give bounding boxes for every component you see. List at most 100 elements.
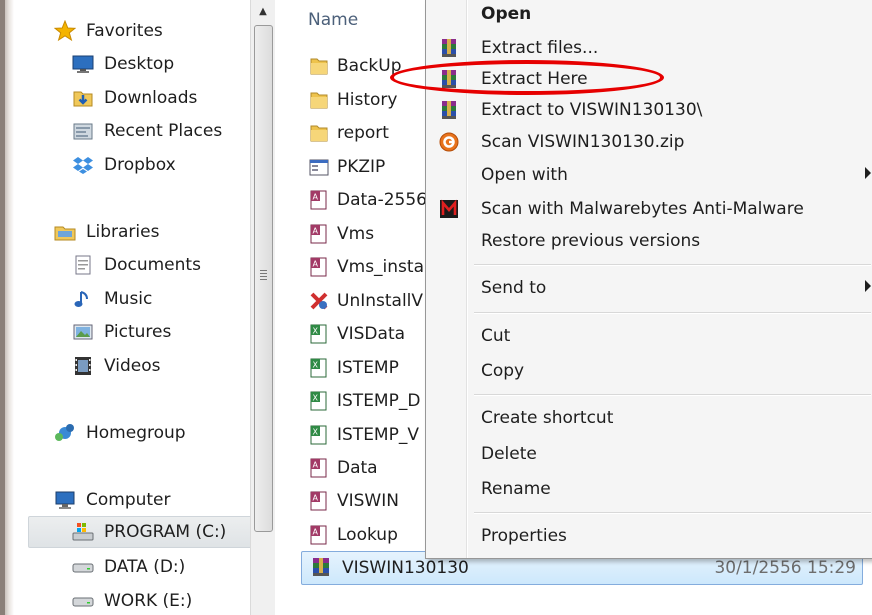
file-date-modified: 30/1/2556 15:29 bbox=[714, 558, 856, 578]
documents-icon bbox=[72, 254, 94, 276]
menu-item-restore-previous[interactable]: Restore previous versions bbox=[426, 225, 872, 257]
pictures-icon bbox=[72, 321, 94, 343]
excel-icon: X bbox=[308, 357, 330, 379]
file-row-report[interactable]: report bbox=[308, 118, 389, 148]
computer-icon bbox=[54, 489, 76, 511]
drive-icon bbox=[72, 556, 94, 578]
star-icon bbox=[54, 20, 76, 42]
nav-downloads[interactable]: Downloads bbox=[72, 84, 197, 112]
access-database-icon: A bbox=[308, 223, 330, 245]
file-row-pkzip[interactable]: PKZIP bbox=[308, 152, 385, 182]
svg-text:A: A bbox=[313, 193, 319, 202]
svg-text:A: A bbox=[313, 227, 319, 236]
videos-icon bbox=[72, 355, 94, 377]
menu-item-scan-malwarebytes[interactable]: Scan with Malwarebytes Anti-Malware bbox=[426, 193, 872, 225]
svg-text:A: A bbox=[313, 528, 319, 537]
excel-icon: X bbox=[308, 323, 330, 345]
folder-icon bbox=[308, 89, 330, 111]
winrar-archive-icon bbox=[310, 556, 332, 578]
menu-item-send-to[interactable]: Send to bbox=[426, 272, 872, 304]
scroll-up-arrow-icon[interactable]: ▲ bbox=[251, 0, 275, 22]
submenu-arrow-icon bbox=[865, 280, 871, 292]
nav-music[interactable]: Music bbox=[72, 285, 152, 313]
homegroup-icon bbox=[54, 422, 76, 444]
menu-item-extract-to[interactable]: Extract to VISWIN130130\ bbox=[426, 94, 872, 126]
menu-item-open-with[interactable]: Open with bbox=[426, 159, 872, 191]
menu-item-open[interactable]: Open bbox=[426, 0, 872, 32]
excel-icon: X bbox=[308, 424, 330, 446]
file-row-data[interactable]: A Data bbox=[308, 453, 378, 483]
menu-item-create-shortcut[interactable]: Create shortcut bbox=[426, 402, 872, 434]
nav-pictures[interactable]: Pictures bbox=[72, 318, 171, 346]
file-row-data-2556[interactable]: A Data-2556 bbox=[308, 185, 427, 215]
svg-text:A: A bbox=[313, 461, 319, 470]
folder-icon bbox=[308, 55, 330, 77]
grip-icon bbox=[260, 270, 267, 280]
file-row-istemp-d[interactable]: X ISTEMP_D bbox=[308, 386, 420, 416]
column-header-name[interactable]: Name bbox=[308, 10, 358, 30]
music-icon bbox=[72, 288, 94, 310]
nav-data-d[interactable]: DATA (D:) bbox=[72, 553, 185, 581]
navigation-scrollbar[interactable]: ▲ bbox=[250, 0, 275, 615]
nav-computer[interactable]: Computer bbox=[54, 486, 171, 514]
antivirus-icon bbox=[438, 131, 460, 153]
nav-recent-places[interactable]: Recent Places bbox=[72, 117, 222, 145]
window-frame-edge bbox=[0, 0, 14, 615]
navigation-pane: Favorites Desktop Downloads Recent Place… bbox=[14, 0, 252, 615]
desktop-icon bbox=[72, 53, 94, 75]
access-database-icon: A bbox=[308, 457, 330, 479]
file-row-uninstallv[interactable]: UnInstallV bbox=[308, 286, 423, 316]
highlight-ellipse-annotation bbox=[390, 60, 664, 95]
svg-text:X: X bbox=[313, 394, 319, 403]
file-row-visdata[interactable]: X VISData bbox=[308, 319, 405, 349]
svg-text:A: A bbox=[313, 494, 319, 503]
nav-program-c[interactable]: PROGRAM (C:) bbox=[28, 516, 252, 548]
menu-separator bbox=[474, 312, 871, 314]
menu-item-cut[interactable]: Cut bbox=[426, 320, 872, 352]
svg-text:A: A bbox=[313, 260, 319, 269]
file-row-backup[interactable]: BackUp bbox=[308, 51, 402, 81]
nav-favorites[interactable]: Favorites bbox=[54, 17, 163, 45]
file-row-istemp-v[interactable]: X ISTEMP_V bbox=[308, 420, 419, 450]
menu-separator bbox=[474, 512, 871, 514]
winrar-icon bbox=[438, 37, 460, 59]
scrollbar-thumb[interactable] bbox=[254, 25, 273, 532]
nav-documents[interactable]: Documents bbox=[72, 251, 201, 279]
malwarebytes-icon bbox=[438, 198, 460, 220]
nav-work-e[interactable]: WORK (E:) bbox=[72, 587, 192, 615]
svg-text:X: X bbox=[313, 327, 319, 336]
dropbox-icon bbox=[72, 154, 94, 176]
excel-icon: X bbox=[308, 390, 330, 412]
menu-item-scan-zip[interactable]: Scan VISWIN130130.zip bbox=[426, 126, 872, 158]
menu-item-properties[interactable]: Properties bbox=[426, 520, 872, 552]
nav-libraries[interactable]: Libraries bbox=[54, 218, 159, 246]
menu-separator bbox=[474, 394, 871, 396]
nav-desktop[interactable]: Desktop bbox=[72, 50, 174, 78]
recent-places-icon bbox=[72, 120, 94, 142]
svg-text:X: X bbox=[313, 361, 319, 370]
menu-separator bbox=[474, 264, 871, 266]
file-row-lookup[interactable]: A Lookup bbox=[308, 520, 398, 550]
nav-videos[interactable]: Videos bbox=[72, 352, 161, 380]
folder-icon bbox=[308, 122, 330, 144]
uninstall-icon bbox=[308, 290, 330, 312]
svg-text:X: X bbox=[313, 428, 319, 437]
submenu-arrow-icon bbox=[865, 167, 871, 179]
file-row-viswin[interactable]: A VISWIN bbox=[308, 486, 399, 516]
system-drive-icon bbox=[72, 521, 94, 543]
file-row-istemp[interactable]: X ISTEMP bbox=[308, 353, 399, 383]
file-row-vms-insta[interactable]: A Vms_insta bbox=[308, 252, 424, 282]
libraries-icon bbox=[54, 221, 76, 243]
access-database-icon: A bbox=[308, 490, 330, 512]
file-row-history[interactable]: History bbox=[308, 85, 397, 115]
nav-homegroup[interactable]: Homegroup bbox=[54, 419, 186, 447]
file-row-vms[interactable]: A Vms bbox=[308, 219, 374, 249]
menu-item-delete[interactable]: Delete bbox=[426, 438, 872, 470]
menu-item-copy[interactable]: Copy bbox=[426, 355, 872, 387]
nav-dropbox[interactable]: Dropbox bbox=[72, 151, 176, 179]
drive-icon bbox=[72, 590, 94, 612]
menu-item-extract-files[interactable]: Extract files... bbox=[426, 32, 872, 64]
access-database-icon: A bbox=[308, 189, 330, 211]
access-database-icon: A bbox=[308, 524, 330, 546]
menu-item-rename[interactable]: Rename bbox=[426, 473, 872, 505]
